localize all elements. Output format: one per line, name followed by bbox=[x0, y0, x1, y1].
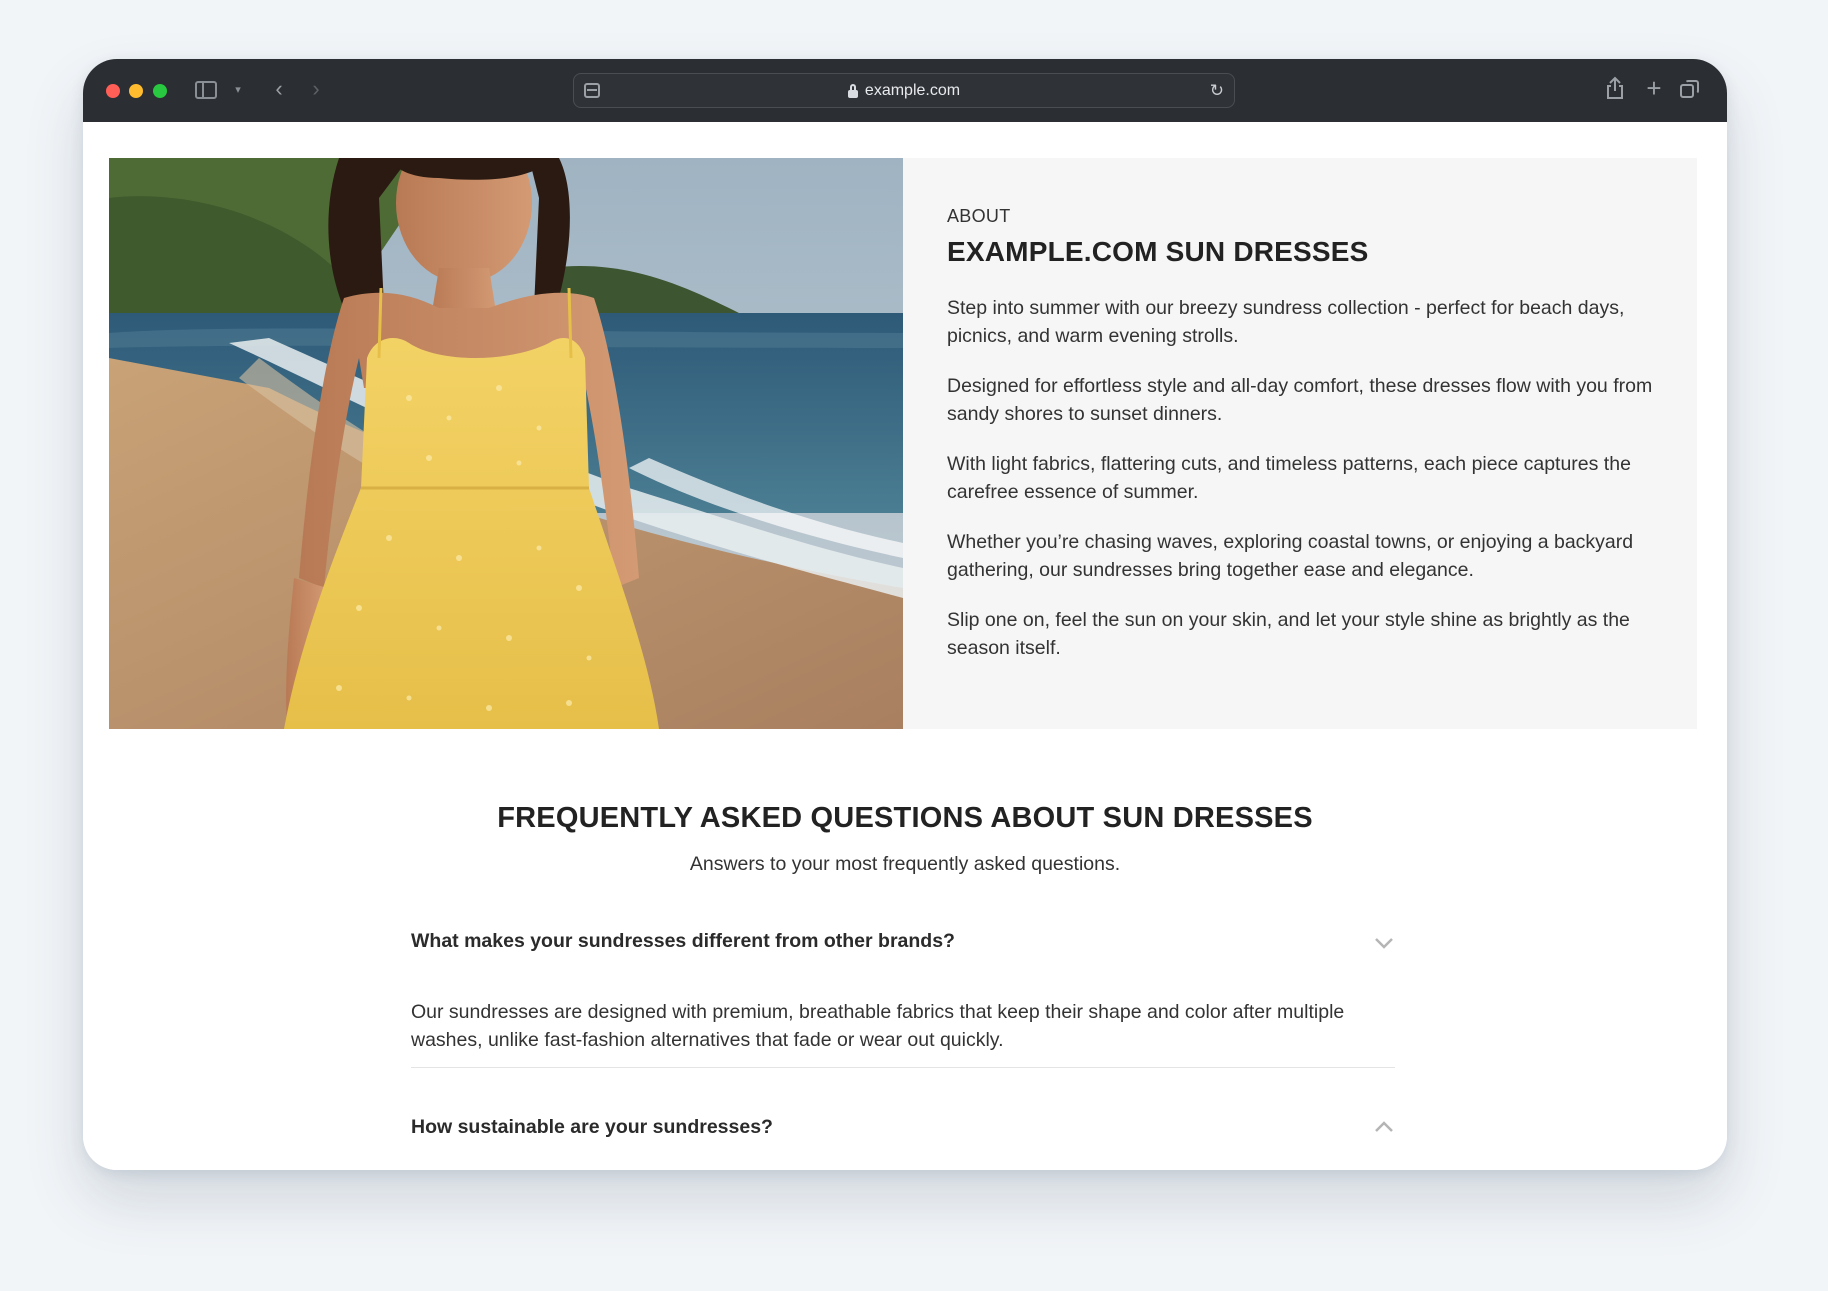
address-url[interactable]: example.com bbox=[865, 82, 960, 100]
close-window-button[interactable] bbox=[106, 84, 120, 98]
zoom-window-button[interactable] bbox=[153, 84, 167, 98]
minimize-window-button[interactable] bbox=[129, 84, 143, 98]
faq-item-collapsed[interactable]: How sustainable are your sundresses? bbox=[411, 1116, 1395, 1156]
faq-answer: Our sundresses are designed with premium… bbox=[411, 1001, 1345, 1051]
sidebar-icon[interactable] bbox=[195, 81, 217, 99]
forward-icon[interactable]: › bbox=[306, 75, 326, 103]
about-paragraph: Step into summer with our breezy sundres… bbox=[947, 297, 1625, 347]
about-title: EXAMPLE.COM SUN DRESSES bbox=[947, 236, 1369, 267]
about-paragraph: Slip one on, feel the sun on your skin, … bbox=[947, 609, 1630, 659]
lock-icon bbox=[847, 84, 858, 98]
chevron-up-icon[interactable] bbox=[1373, 1120, 1395, 1134]
share-icon[interactable] bbox=[1603, 73, 1627, 103]
faq-divider bbox=[411, 1067, 1395, 1068]
faq-question[interactable]: What makes your sundresses different fro… bbox=[411, 930, 1395, 953]
about-eyebrow: ABOUT bbox=[947, 206, 1011, 226]
faq-question[interactable]: How sustainable are your sundresses? bbox=[411, 1116, 1395, 1139]
faq-item-expanded: What makes your sundresses different fro… bbox=[411, 930, 1395, 1068]
about-section: ABOUT EXAMPLE.COM SUN DRESSES Step into … bbox=[109, 158, 1697, 729]
hero-image bbox=[109, 158, 903, 729]
plus-icon[interactable]: + bbox=[1642, 73, 1666, 103]
about-text: ABOUT EXAMPLE.COM SUN DRESSES Step into … bbox=[947, 206, 1657, 662]
tabs-icon[interactable] bbox=[1680, 80, 1700, 100]
about-paragraph: Whether you’re chasing waves, exploring … bbox=[947, 531, 1634, 581]
browser-window: ▾ ‹ › example.com ↻ + ABOUT EXAMPLE.COM … bbox=[83, 59, 1727, 1170]
back-icon[interactable]: ‹ bbox=[269, 75, 289, 103]
browser-toolbar: ▾ ‹ › example.com ↻ + bbox=[83, 59, 1727, 122]
page-content: ABOUT EXAMPLE.COM SUN DRESSES Step into … bbox=[83, 122, 1727, 1170]
about-paragraph: Designed for effortless style and all-da… bbox=[947, 375, 1653, 425]
chevron-down-icon[interactable]: ▾ bbox=[231, 79, 245, 99]
address-bar[interactable]: example.com ↻ bbox=[573, 73, 1235, 108]
reload-icon[interactable]: ↻ bbox=[1210, 81, 1224, 101]
faq-subtitle: Answers to your most frequently asked qu… bbox=[689, 853, 1121, 875]
faq-title: FREQUENTLY ASKED QUESTIONS ABOUT SUN DRE… bbox=[497, 802, 1313, 834]
about-paragraph: With light fabrics, flattering cuts, and… bbox=[947, 453, 1631, 503]
chevron-down-icon[interactable] bbox=[1373, 936, 1395, 950]
